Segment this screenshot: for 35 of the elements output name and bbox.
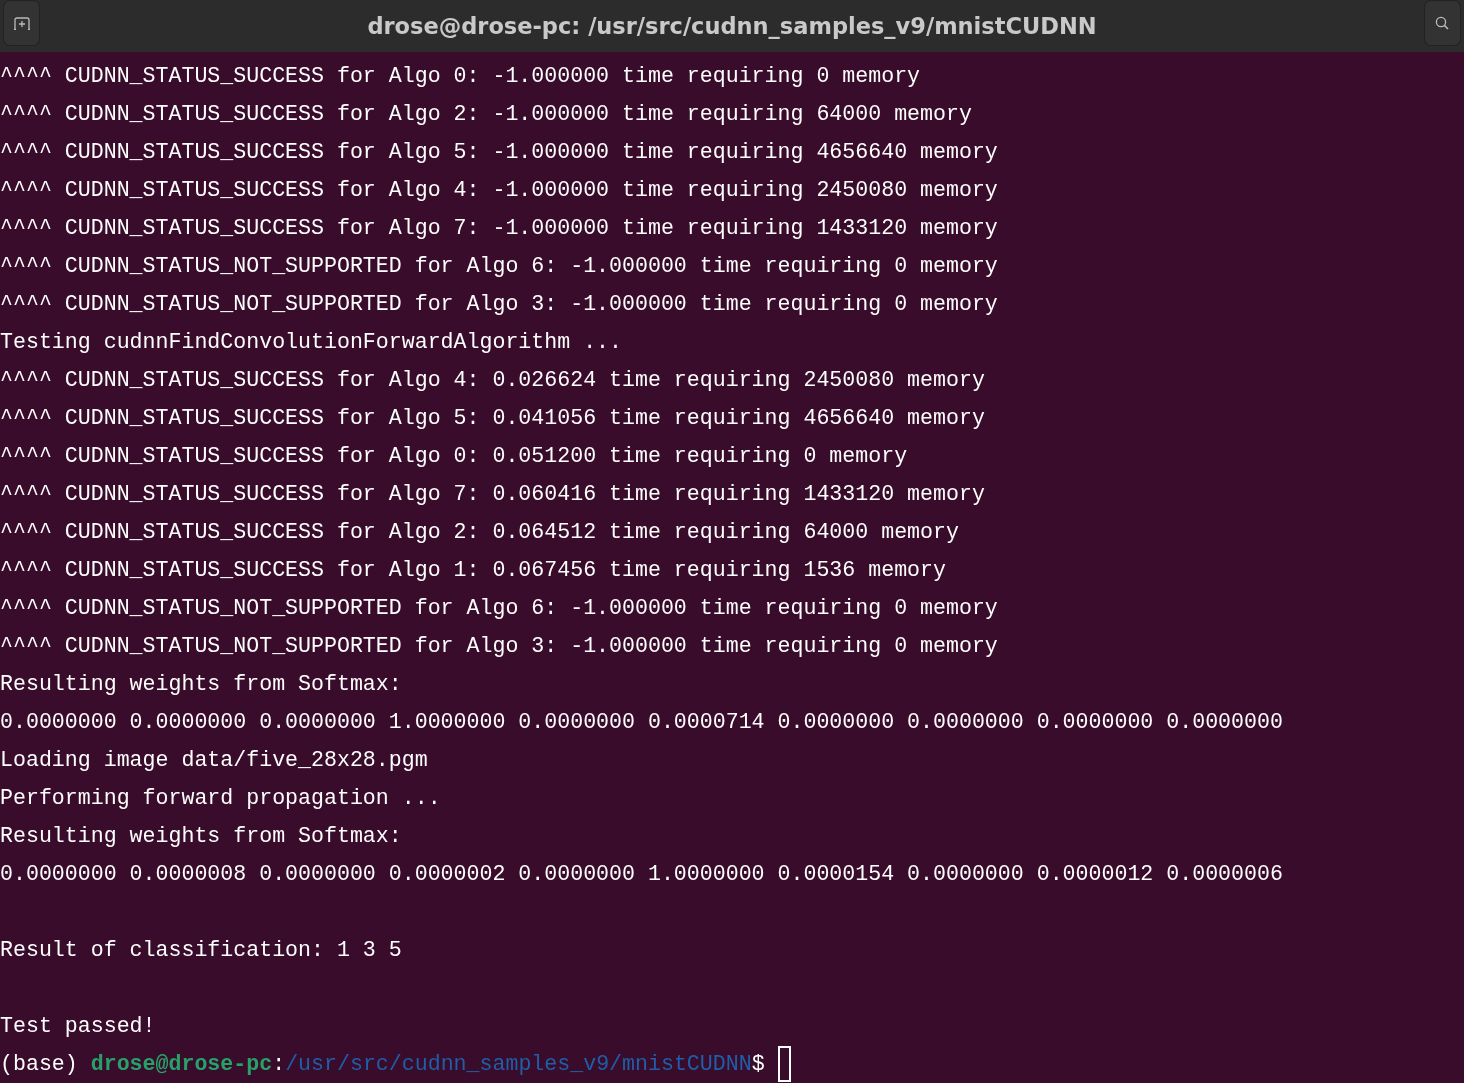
terminal-output-line: ^^^^ CUDNN_STATUS_SUCCESS for Algo 0: 0.051200 time requiring 0 memory <box>0 443 908 470</box>
terminal-output-line: Test passed! <box>0 1013 156 1040</box>
terminal-output-line: Performing forward propagation ... <box>0 785 441 812</box>
prompt-symbol: $ <box>751 1051 765 1078</box>
prompt-separator: : <box>272 1051 286 1078</box>
terminal-output-line: 0.0000000 0.0000008 0.0000000 0.0000002 0.0000000 1.0000000 0.0000154 0.0000000 0.0000012 0.0000006 <box>0 861 1283 888</box>
window-title: drose@drose-pc: /usr/src/cudnn_samples_v9/mnistCUDNN <box>367 13 1097 39</box>
search-icon <box>1435 16 1450 30</box>
terminal-output-line: Testing cudnnFindConvolutionForwardAlgorithm ... <box>0 329 622 356</box>
terminal-output-line: ^^^^ CUDNN_STATUS_SUCCESS for Algo 4: -1.000000 time requiring 2450080 memory <box>0 177 998 204</box>
terminal-output-line: ^^^^ CUDNN_STATUS_SUCCESS for Algo 2: 0.064512 time requiring 64000 memory <box>0 519 959 546</box>
terminal-output-line: Resulting weights from Softmax: <box>0 823 402 850</box>
terminal-output-line: 0.0000000 0.0000000 0.0000000 1.0000000 0.0000000 0.0000714 0.0000000 0.0000000 0.0000000 0.0000000 <box>0 709 1283 736</box>
terminal-output-line: ^^^^ CUDNN_STATUS_NOT_SUPPORTED for Algo 3: -1.000000 time requiring 0 memory <box>0 633 998 660</box>
terminal-output-line: ^^^^ CUDNN_STATUS_SUCCESS for Algo 7: 0.060416 time requiring 1433120 memory <box>0 481 985 508</box>
prompt-env: (base) <box>0 1051 78 1078</box>
terminal-output-line: ^^^^ CUDNN_STATUS_NOT_SUPPORTED for Algo 3: -1.000000 time requiring 0 memory <box>0 291 998 318</box>
terminal-output-line: ^^^^ CUDNN_STATUS_SUCCESS for Algo 1: 0.067456 time requiring 1536 memory <box>0 557 946 584</box>
terminal-output-line: ^^^^ CUDNN_STATUS_SUCCESS for Algo 0: -1.000000 time requiring 0 memory <box>0 63 921 90</box>
terminal-output-line: ^^^^ CUDNN_STATUS_NOT_SUPPORTED for Algo 6: -1.000000 time requiring 0 memory <box>0 595 998 622</box>
terminal-output-line: ^^^^ CUDNN_STATUS_SUCCESS for Algo 2: -1.000000 time requiring 64000 memory <box>0 101 972 128</box>
terminal-output-line: ^^^^ CUDNN_STATUS_SUCCESS for Algo 7: -1.000000 time requiring 1433120 memory <box>0 215 998 242</box>
terminal-output-line: ^^^^ CUDNN_STATUS_NOT_SUPPORTED for Algo 6: -1.000000 time requiring 0 memory <box>0 253 998 280</box>
terminal-output-line: ^^^^ CUDNN_STATUS_SUCCESS for Algo 5: -1.000000 time requiring 4656640 memory <box>0 139 998 166</box>
search-button[interactable] <box>1425 1 1460 45</box>
terminal-output-line: ^^^^ CUDNN_STATUS_SUCCESS for Algo 4: 0.026624 time requiring 2450080 memory <box>0 367 985 394</box>
text-cursor <box>777 1046 791 1082</box>
new-tab-icon <box>13 16 30 30</box>
prompt-path: /usr/src/cudnn_samples_v9/mnistCUDNN <box>285 1051 752 1078</box>
prompt-user-host: drose@drose-pc <box>90 1051 273 1078</box>
terminal-output-line: Resulting weights from Softmax: <box>0 671 402 698</box>
new-tab-button[interactable] <box>4 1 39 45</box>
terminal-output-line: Loading image data/five_28x28.pgm <box>0 747 428 774</box>
terminal-output-line: ^^^^ CUDNN_STATUS_SUCCESS for Algo 5: 0.041056 time requiring 4656640 memory <box>0 405 985 432</box>
terminal-output-line: Result of classification: 1 3 5 <box>0 937 402 964</box>
